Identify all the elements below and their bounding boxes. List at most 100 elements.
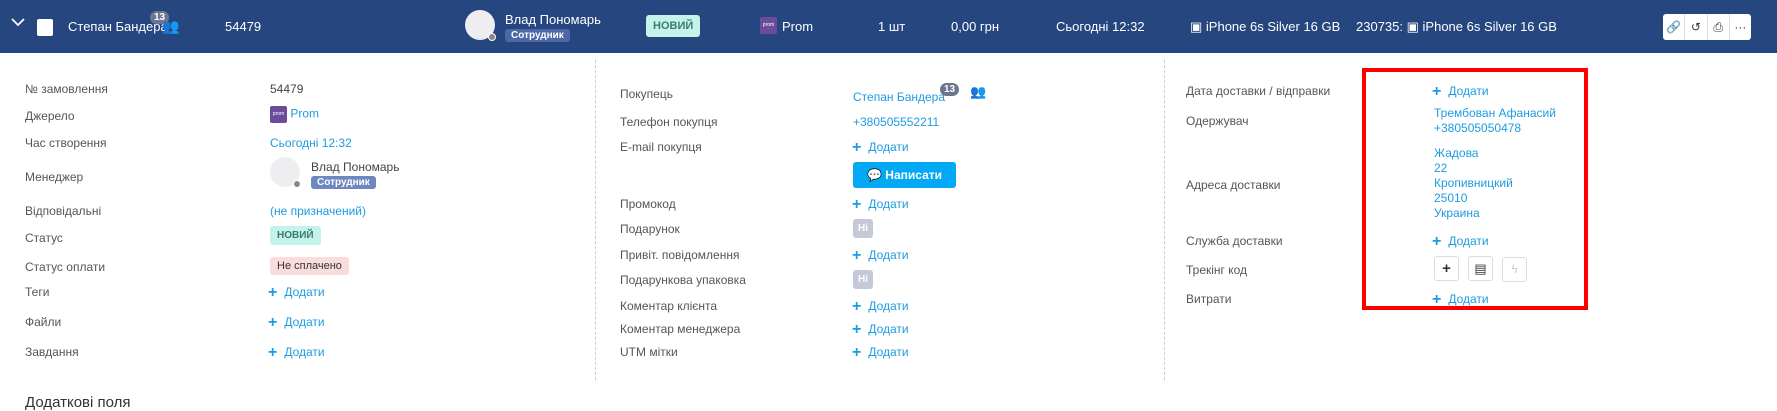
manager-name[interactable]: Влад Пономарь [311,160,399,174]
add-label: Додати [868,197,909,211]
gift-toggle[interactable]: Ні [853,219,873,238]
buyer-phone-label: Телефон покупця [620,115,718,129]
tracking-label: Трекінг код [1186,263,1248,277]
product-sku: 230735: ▣ iPhone 6s Silver 16 GB [1356,19,1557,35]
address-label: Адреса доставки [1186,178,1281,192]
status-badge[interactable]: НОВИЙ [270,226,321,245]
tags-label: Теги [25,285,50,299]
prom-logo-icon: prom [270,106,287,123]
add-promo-button[interactable]: + Додати [852,196,909,214]
product-name: iPhone 6s Silver 16 GB [1205,19,1341,34]
product-icon: ▣ [1190,19,1206,34]
plus-icon: + [268,314,278,331]
plus-icon: + [852,298,862,315]
add-task-button[interactable]: + Додати [268,344,325,362]
source-label: Джерело [25,109,75,123]
buyer-phone[interactable]: +380505552211 [853,115,939,129]
product: ▣ iPhone 6s Silver 16 GB [1190,19,1340,35]
add-label: Додати [868,345,909,359]
extra-fields-heading: Додаткові поля [25,394,131,411]
plus-icon: + [852,196,862,213]
gift-wrap-toggle[interactable]: Ні [853,270,873,289]
payment-status-label: Статус оплати [25,260,106,274]
product-icon: ▣ [1406,19,1423,34]
delivery-service-label: Служба доставки [1186,234,1283,248]
manager-name: Влад Пономарь [505,12,601,27]
avatar [465,10,496,41]
users-icon: 👥 [162,18,180,34]
manager-role-badge: Сотрудник [505,29,570,42]
plus-icon: + [268,344,278,361]
source-value[interactable]: prom Prom [270,106,319,123]
print-icon[interactable]: ⎙ [1708,14,1730,40]
sku-prefix: 230735: [1356,19,1403,34]
plus-icon: + [852,247,862,264]
header-toolbar: 🔗 ↺ ⎙ ··· [1663,14,1751,40]
plus-icon: + [852,321,862,338]
status-label: Статус [25,231,63,245]
add-client-comment-button[interactable]: + Додати [852,298,909,316]
add-greeting-button[interactable]: + Додати [852,247,909,265]
files-label: Файли [25,315,62,329]
plus-icon: + [268,284,278,301]
buyer-label: Покупець [620,87,673,101]
link-icon[interactable]: 🔗 [1663,14,1686,40]
add-label: Додати [284,285,325,299]
delivery-date-label: Дата доставки / відправки [1186,84,1331,98]
manager-role-badge: Сотрудник [311,176,376,189]
quantity: 1 шт [878,19,906,34]
plus-icon: + [852,139,862,156]
gift-wrap-label: Подарункова упаковка [620,273,746,287]
utm-label: UTM мітки [620,345,678,359]
responsible-value[interactable]: (не призначений) [270,204,366,218]
created-value[interactable]: Сьогодні 12:32 [270,136,352,150]
add-file-button[interactable]: + Додати [268,314,325,332]
add-label: Додати [284,345,325,359]
greeting-label: Привіт. повідомлення [620,248,740,262]
write-message-button[interactable]: 💬 Написати [853,162,956,188]
created-label: Час створення [25,136,107,150]
manager-label: Менеджер [25,170,84,184]
payment-status-badge[interactable]: Не сплачено [270,257,349,275]
add-label: Додати [868,248,909,262]
buyer-email-label: E-mail покупця [620,140,702,154]
responsible-label: Відповідальні [25,204,102,218]
more-icon[interactable]: ··· [1730,14,1751,40]
add-label: Додати [284,315,325,329]
order-no-label: № замовлення [25,82,108,96]
plus-icon: + [852,344,862,361]
write-label: Написати [885,168,942,182]
order-id: 54479 [225,19,262,34]
add-label: Додати [868,140,909,154]
add-utm-button[interactable]: + Додати [852,344,909,362]
buyer-name[interactable]: Степан Бандера [853,90,945,104]
recipient-label: Одержувач [1186,114,1249,128]
add-label: Додати [868,322,909,336]
add-manager-comment-button[interactable]: + Додати [852,321,909,339]
status-badge[interactable]: НОВИЙ [646,15,701,37]
manager-comment-label: Коментар менеджера [620,322,741,336]
buyer-orders-count: 13 [940,83,960,96]
promo-label: Промокод [620,197,676,211]
add-label: Додати [868,299,909,313]
amount: 0,00 грн [951,19,1000,34]
source-text: Prom [290,106,320,121]
chat-bubble-icon: 💬 [867,168,886,182]
order-no-value: 54479 [270,82,304,96]
chevron-down-icon[interactable] [10,14,26,30]
sku-product-name: iPhone 6s Silver 16 GB [1422,19,1557,34]
manager-avatar [270,157,301,188]
order-header-row[interactable]: Степан Бандера 13 👥 54479 Влад Пономарь … [0,0,1777,53]
column-divider [1164,60,1165,380]
select-checkbox[interactable] [37,19,53,36]
add-email-button[interactable]: + Додати [852,139,909,157]
costs-label: Витрати [1186,292,1232,306]
add-tag-button[interactable]: + Додати [268,284,325,302]
tasks-label: Завдання [25,345,79,359]
history-icon[interactable]: ↺ [1685,14,1708,40]
prom-logo-icon: prom [760,17,777,34]
gift-label: Подарунок [620,222,680,236]
client-comment-label: Коментар клієнта [620,299,718,313]
created-time: Сьогодні 12:32 [1056,19,1145,34]
users-icon[interactable]: 👥 [970,84,986,100]
